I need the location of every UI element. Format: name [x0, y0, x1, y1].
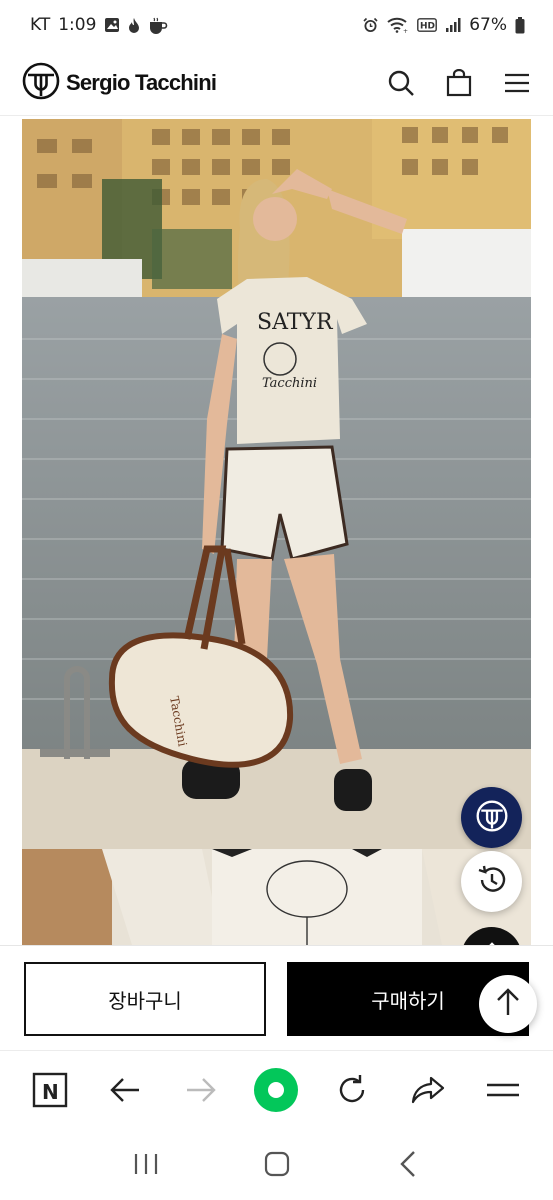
- green-dot-button[interactable]: [252, 1066, 300, 1114]
- product-image-2[interactable]: [22, 849, 531, 945]
- green-dot-icon: [254, 1067, 299, 1112]
- tshirt-print-script: Tacchini: [262, 376, 317, 391]
- recent-apps-icon: [134, 1154, 157, 1174]
- fire-icon: [128, 17, 140, 34]
- naver-home-button[interactable]: N: [26, 1066, 74, 1114]
- alarm-icon: [362, 17, 379, 34]
- brand-name: Sergio Tacchini: [66, 69, 217, 95]
- system-navigation: [0, 1128, 553, 1200]
- battery-percent: 67%: [469, 15, 507, 35]
- browser-back-button[interactable]: [101, 1066, 149, 1114]
- scroll-top-button[interactable]: [479, 975, 537, 1033]
- reload-button[interactable]: [328, 1066, 376, 1114]
- header-actions: [387, 68, 531, 97]
- hamburger-menu-icon[interactable]: [503, 69, 531, 97]
- purchase-bar: 장바구니 구매하기: [0, 945, 553, 1050]
- hd-icon: HD: [417, 18, 438, 32]
- browser-forward-button[interactable]: [177, 1066, 225, 1114]
- sergio-tacchini-logo-icon: [475, 799, 509, 837]
- tshirt-print-satyr: SATYR: [257, 310, 334, 335]
- share-icon: [411, 1076, 444, 1103]
- back-arrow-icon: [110, 1077, 140, 1102]
- shopping-bag-icon[interactable]: [445, 68, 473, 97]
- status-left: KT 1:09: [30, 15, 168, 35]
- browser-toolbar: N: [0, 1050, 553, 1128]
- product-image[interactable]: SATYR Tacchini Tacchini: [22, 119, 531, 849]
- signal-icon: [445, 17, 461, 33]
- status-bar: KT 1:09 + HD 67%: [0, 0, 553, 50]
- battery-icon: [515, 16, 525, 34]
- wifi-icon: +: [387, 17, 409, 33]
- forward-arrow-icon: [186, 1077, 216, 1102]
- add-to-cart-button[interactable]: 장바구니: [24, 962, 266, 1036]
- reload-icon: [339, 1074, 365, 1102]
- system-back-button[interactable]: [383, 1139, 433, 1189]
- back-icon: [399, 1151, 415, 1177]
- svg-text:+: +: [403, 28, 408, 33]
- svg-text:HD: HD: [420, 22, 435, 32]
- history-icon: [475, 863, 509, 901]
- recently-viewed-button[interactable]: [461, 851, 522, 912]
- status-right: + HD 67%: [362, 15, 525, 35]
- coffee-icon: [148, 17, 168, 34]
- naver-home-icon: N: [32, 1072, 67, 1107]
- search-icon[interactable]: [387, 69, 415, 97]
- home-button[interactable]: [252, 1139, 302, 1189]
- carrier-label: KT: [30, 15, 51, 35]
- site-header: Sergio Tacchini: [0, 50, 553, 116]
- browser-menu-button[interactable]: [479, 1066, 527, 1114]
- gallery-icon: [104, 17, 120, 33]
- menu-icon: [487, 1083, 520, 1096]
- clock: 1:09: [58, 15, 97, 35]
- brand-logo[interactable]: Sergio Tacchini: [22, 62, 217, 104]
- sergio-tacchini-logo-icon: [22, 62, 60, 104]
- home-icon: [264, 1151, 289, 1177]
- naver-n-label: N: [42, 1080, 59, 1104]
- share-button[interactable]: [404, 1066, 452, 1114]
- recent-apps-button[interactable]: [121, 1139, 171, 1189]
- arrow-up-icon: [495, 987, 521, 1021]
- brand-chat-button[interactable]: [461, 787, 522, 848]
